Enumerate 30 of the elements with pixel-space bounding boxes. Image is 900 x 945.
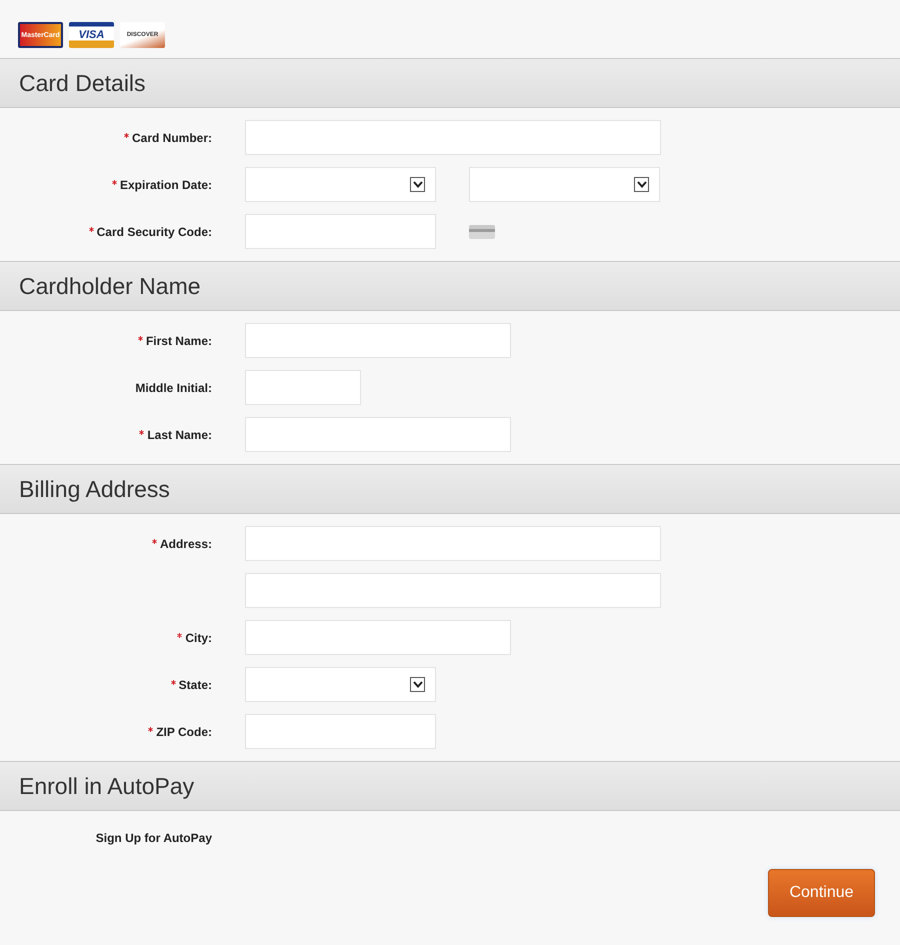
field-label: ZIP Code: [156,724,212,740]
input-field[interactable] [245,573,661,608]
input-field[interactable] [245,620,511,655]
input-field[interactable] [245,417,511,452]
input-field[interactable] [245,370,361,405]
input-field[interactable] [245,120,661,155]
section-header: Billing Address [0,464,900,514]
section-header: Card Details [0,58,900,108]
dropdown[interactable] [469,167,660,202]
field-label: Sign Up for AutoPay [96,830,212,847]
field-label: Card Security Code: [96,224,212,240]
input-field[interactable] [245,714,436,749]
field-label: City: [185,630,212,646]
section-header: Cardholder Name [0,261,900,311]
input-field[interactable] [245,214,436,249]
field-label: Expiration Date: [120,176,212,194]
input-field[interactable] [245,526,661,561]
input-field[interactable] [245,323,511,358]
section-header: Enroll in AutoPay [0,761,900,811]
security-card-icon [469,224,495,238]
field-label: State: [178,676,212,694]
field-label: Middle Initial: [135,380,212,396]
dropdown[interactable] [245,167,436,202]
field-label: Last Name: [147,426,212,444]
field-label: First Name: [146,332,212,350]
field-label: Card Number: [132,130,212,146]
dropdown[interactable] [245,667,436,702]
field-label: Address: [160,536,212,552]
visa-logo: VISA [69,22,114,48]
continue-button[interactable]: Continue [768,869,875,917]
